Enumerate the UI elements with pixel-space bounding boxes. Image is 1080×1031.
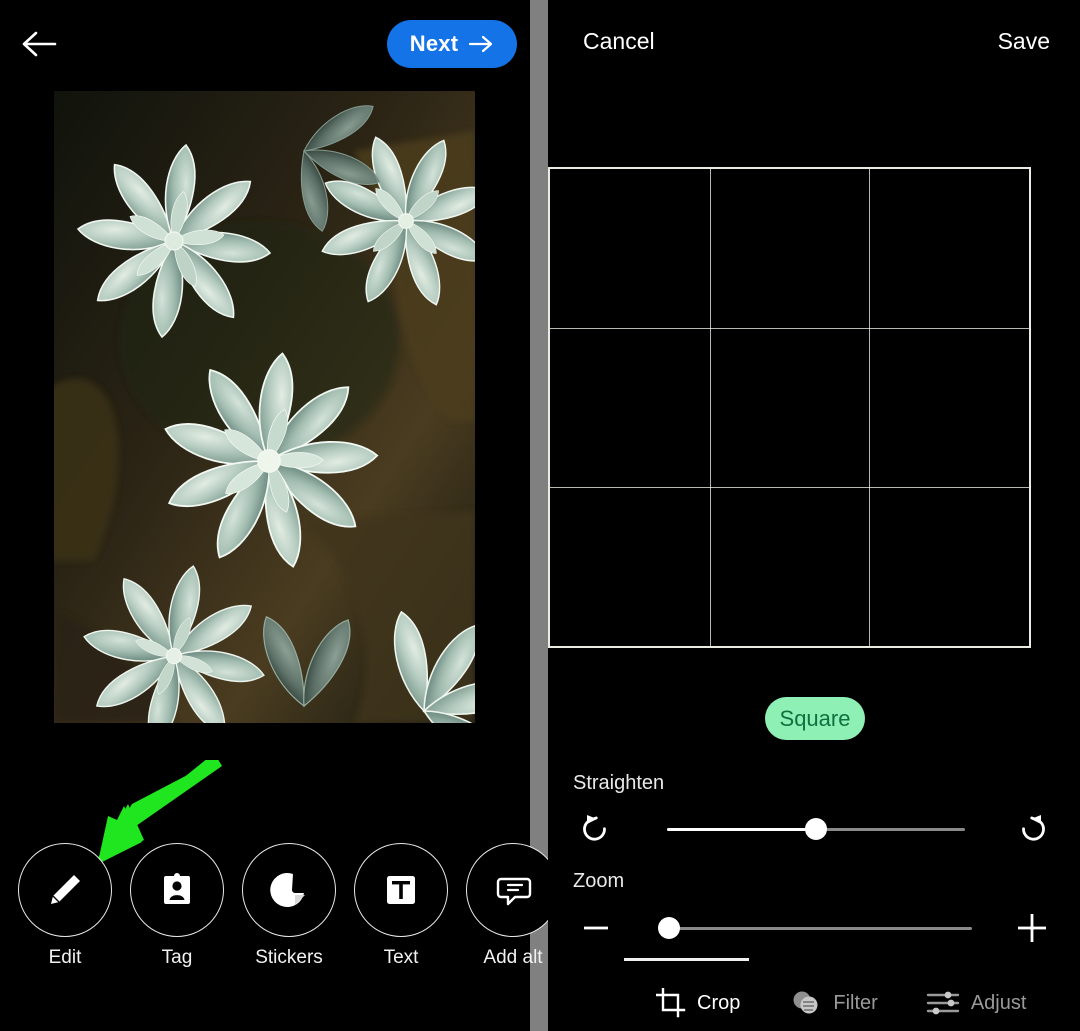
- straighten-slider-fill: [666, 827, 816, 831]
- tool-edit-circle[interactable]: [18, 843, 112, 937]
- crop-gridline-h1: [550, 327, 1029, 329]
- tool-add-alt[interactable]: Add alt: [466, 843, 560, 969]
- tool-stickers-label: Stickers: [255, 947, 323, 968]
- arrow-right-icon: [469, 35, 493, 53]
- text-box-icon: [387, 876, 415, 904]
- crop-icon: [656, 988, 686, 1018]
- tab-crop-label: Crop: [697, 991, 741, 1014]
- aspect-ratio-label: Square: [779, 705, 851, 731]
- tool-text-circle[interactable]: [354, 843, 448, 937]
- adjust-sliders-icon: [926, 991, 960, 1015]
- tool-stickers[interactable]: Stickers: [242, 843, 336, 969]
- rotate-right-button[interactable]: [1010, 806, 1055, 852]
- minus-icon: [583, 926, 608, 930]
- next-button[interactable]: Next: [387, 20, 517, 68]
- tool-text-label: Text: [383, 947, 419, 968]
- plus-icon: [1018, 914, 1047, 942]
- editor-top-bar: Cancel Save: [548, 0, 1080, 75]
- compose-tool-row: Edit Tag Stickers Text Add alt: [0, 843, 560, 973]
- rotate-left-icon: [583, 815, 607, 841]
- scroll-indicator: [624, 958, 749, 961]
- tool-tag-label: Tag: [161, 947, 193, 968]
- crop-gridline-v1: [709, 169, 711, 646]
- straighten-slider-thumb[interactable]: [805, 818, 827, 840]
- left-top-bar: Next: [0, 0, 530, 88]
- tool-text[interactable]: Text: [354, 843, 448, 969]
- zoom-label: Zoom: [573, 870, 625, 892]
- crop-gridline-v2: [869, 169, 871, 646]
- straighten-label: Straighten: [573, 772, 665, 794]
- tag-person-icon: [164, 873, 190, 904]
- rotate-left-button[interactable]: [573, 806, 618, 852]
- next-button-label: Next: [409, 31, 459, 56]
- alt-text-icon: [496, 877, 532, 906]
- zoom-slider-thumb[interactable]: [657, 917, 680, 939]
- zoom-in-button[interactable]: [1010, 905, 1055, 951]
- tool-add-alt-label: Add alt: [483, 947, 543, 968]
- tab-adjust-label: Adjust: [970, 991, 1027, 1014]
- crop-gridline-h2: [550, 486, 1029, 488]
- editor-tab-bar: Crop Filter Adjust: [548, 975, 1080, 1031]
- tool-tag-circle[interactable]: [130, 843, 224, 937]
- back-button[interactable]: [14, 18, 66, 70]
- cancel-button[interactable]: Cancel: [583, 28, 655, 55]
- zoom-slider-track[interactable]: [657, 917, 972, 939]
- tool-edit[interactable]: Edit: [18, 843, 112, 969]
- crop-dim-top: [548, 75, 1031, 167]
- tool-edit-label: Edit: [48, 947, 82, 968]
- pencil-icon: [51, 875, 80, 904]
- filter-icon: [793, 991, 818, 1014]
- tool-add-alt-circle[interactable]: [466, 843, 560, 937]
- rotate-right-icon: [1021, 815, 1045, 841]
- tab-adjust[interactable]: Adjust: [926, 989, 1027, 1017]
- tab-filter[interactable]: Filter: [790, 988, 878, 1018]
- tab-crop[interactable]: Crop: [656, 988, 740, 1018]
- app-screen: Next Edit Tag Stickers Text Add alt Canc…: [0, 0, 1080, 1031]
- tab-filter-label: Filter: [833, 991, 878, 1014]
- sticker-icon: [270, 873, 305, 908]
- photo-editor-panel: Cancel Save Square Straighten Zoom Crop …: [548, 0, 1080, 1031]
- zoom-slider-row: [573, 905, 1055, 951]
- tool-tag[interactable]: Tag: [130, 843, 224, 969]
- photo-preview[interactable]: [54, 91, 475, 723]
- aspect-ratio-pill[interactable]: Square: [765, 697, 865, 740]
- tool-stickers-circle[interactable]: [242, 843, 336, 937]
- straighten-slider-row: [573, 806, 1055, 852]
- arrow-left-icon: [22, 31, 57, 57]
- crop-frame[interactable]: [548, 167, 1031, 648]
- straighten-slider-track[interactable]: [666, 818, 966, 840]
- compose-preview-panel: Next Edit Tag Stickers Text Add alt: [0, 0, 560, 1031]
- save-button[interactable]: Save: [998, 28, 1050, 55]
- zoom-out-button[interactable]: [573, 905, 618, 951]
